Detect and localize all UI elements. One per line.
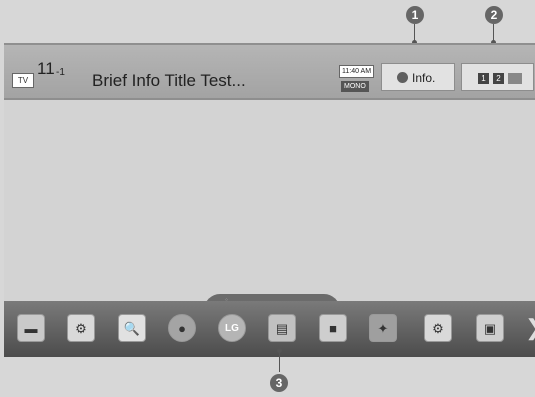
- dock-next-arrow-icon[interactable]: ❯: [525, 314, 535, 342]
- dock-app-guide[interactable]: ▤: [268, 314, 296, 342]
- app-cluster-icon: ✦: [377, 321, 389, 336]
- callout-3-line: [279, 352, 280, 372]
- guide-icon: ▤: [275, 321, 289, 336]
- brief-info-bar: TV 11 -1 Brief Info Title Test... 11:40 …: [4, 45, 535, 100]
- layout-2-icon: 2: [493, 73, 504, 84]
- callout-1: 1: [406, 6, 424, 24]
- program-title: Brief Info Title Test...: [92, 71, 246, 90]
- cube-icon: ■: [329, 321, 337, 336]
- input-badge: TV: [12, 73, 34, 88]
- dock-app-settings-check[interactable]: ⚙: [424, 314, 452, 342]
- info-icon: [397, 72, 408, 83]
- layout-1-icon: 1: [478, 73, 489, 84]
- dock-app-settings[interactable]: ⚙: [67, 314, 95, 342]
- info-button-label: Info.: [412, 71, 436, 85]
- callout-3: 3: [270, 374, 288, 392]
- web-browser-icon: ●: [178, 321, 186, 336]
- settings-icon: ⚙: [75, 321, 87, 336]
- dock-app-input-list[interactable]: ▬: [17, 314, 45, 342]
- dock-app-lg[interactable]: LG: [218, 314, 246, 342]
- settings-check-icon: ⚙: [432, 321, 444, 336]
- dock-app-cluster[interactable]: ✦: [369, 314, 397, 342]
- search-icon: 🔍: [123, 321, 141, 336]
- info-button[interactable]: Info.: [381, 63, 455, 91]
- clock-time: 11:40 AM: [339, 65, 375, 78]
- audio-mode-badge: MONO: [341, 81, 369, 92]
- channel-subnumber: -1: [56, 67, 65, 78]
- channel-number: 11: [37, 59, 55, 78]
- dock-app-search[interactable]: 🔍: [118, 314, 146, 342]
- dock-app-web-browser[interactable]: ●: [168, 314, 196, 342]
- tv-screen: TV 11 -1 Brief Info Title Test... 11:40 …: [4, 43, 535, 357]
- layout-grid-icon: [508, 73, 522, 84]
- window-icon: ▣: [483, 321, 497, 336]
- dock-app-window[interactable]: ▣: [476, 314, 504, 342]
- dock-app-cube[interactable]: ■: [319, 314, 347, 342]
- input-list-icon: ▬: [24, 321, 38, 336]
- app-dock: ▬ ⚙ 🔍 ● LG ▤ ■ ✦ ⚙ ▣ ❯: [4, 301, 535, 357]
- layout-button[interactable]: 1 2: [461, 63, 534, 91]
- lg-logo-icon: LG: [225, 323, 239, 334]
- callout-2: 2: [485, 6, 503, 24]
